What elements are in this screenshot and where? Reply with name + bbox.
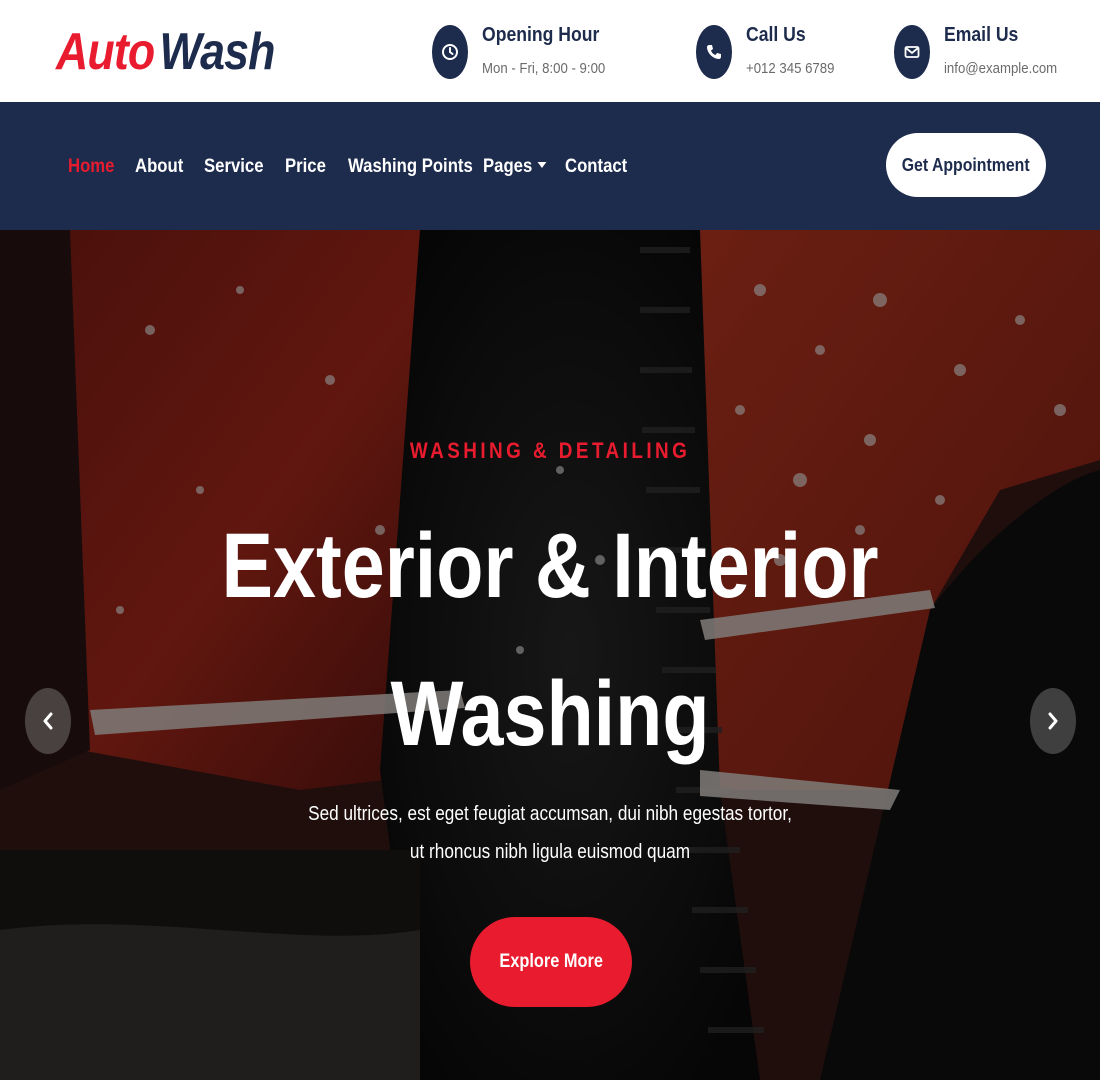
envelope-icon xyxy=(894,25,930,79)
get-appointment-button[interactable]: Get Appointment xyxy=(886,133,1046,197)
hero-headline-line2: Washing xyxy=(390,663,710,765)
logo-text-auto: Auto xyxy=(56,23,155,81)
hero-headline: Exterior & Interior Washing xyxy=(0,492,1100,788)
hero-carousel: WASHING & DETAILING Exterior & Interior … xyxy=(0,230,1100,1080)
opening-hour-value: Mon - Fri, 8:00 - 9:00 xyxy=(482,60,606,77)
nav-item-washing-points[interactable]: Washing Points xyxy=(348,154,473,180)
carousel-prev-button[interactable] xyxy=(25,688,71,754)
nav-item-pages[interactable]: Pages xyxy=(483,154,547,180)
email-us-title: Email Us xyxy=(944,24,1019,46)
nav-item-home[interactable]: Home xyxy=(68,154,114,180)
hero-kicker-text: WASHING & DETAILING xyxy=(409,438,691,463)
nav-item-price[interactable]: Price xyxy=(285,154,326,180)
clock-icon xyxy=(432,25,468,79)
caret-down-icon xyxy=(537,162,547,168)
hero-headline-line1: Exterior & Interior xyxy=(221,515,879,617)
call-us-value[interactable]: +012 345 6789 xyxy=(746,59,834,79)
explore-more-button[interactable]: Explore More xyxy=(470,917,632,1007)
hero-kicker: WASHING & DETAILING xyxy=(0,438,1100,464)
email-us-value[interactable]: info@example.com xyxy=(944,59,1057,79)
chevron-left-icon xyxy=(43,712,53,730)
hero-description-line2: ut rhoncus nibh ligula euismod quam xyxy=(409,841,691,863)
get-appointment-label: Get Appointment xyxy=(902,154,1030,175)
nav-item-pages-label: Pages xyxy=(483,156,533,177)
carousel-next-button[interactable] xyxy=(1030,688,1076,754)
top-bar: AutoWash Opening Hour Mon - Fri, 8:00 - … xyxy=(0,0,1100,102)
nav-item-contact[interactable]: Contact xyxy=(565,154,627,180)
nav-item-about[interactable]: About xyxy=(135,154,183,180)
logo-text-wash: Wash xyxy=(159,23,276,81)
call-us-title: Call Us xyxy=(746,24,806,46)
site-logo[interactable]: AutoWash xyxy=(56,22,275,82)
hero-description: Sed ultrices, est eget feugiat accumsan,… xyxy=(0,795,1100,871)
opening-hour-title: Opening Hour xyxy=(482,24,600,46)
explore-more-label: Explore More xyxy=(499,951,603,972)
nav-item-service[interactable]: Service xyxy=(204,154,264,180)
phone-icon xyxy=(696,25,732,79)
chevron-right-icon xyxy=(1048,712,1058,730)
hero-description-line1: Sed ultrices, est eget feugiat accumsan,… xyxy=(308,803,792,825)
